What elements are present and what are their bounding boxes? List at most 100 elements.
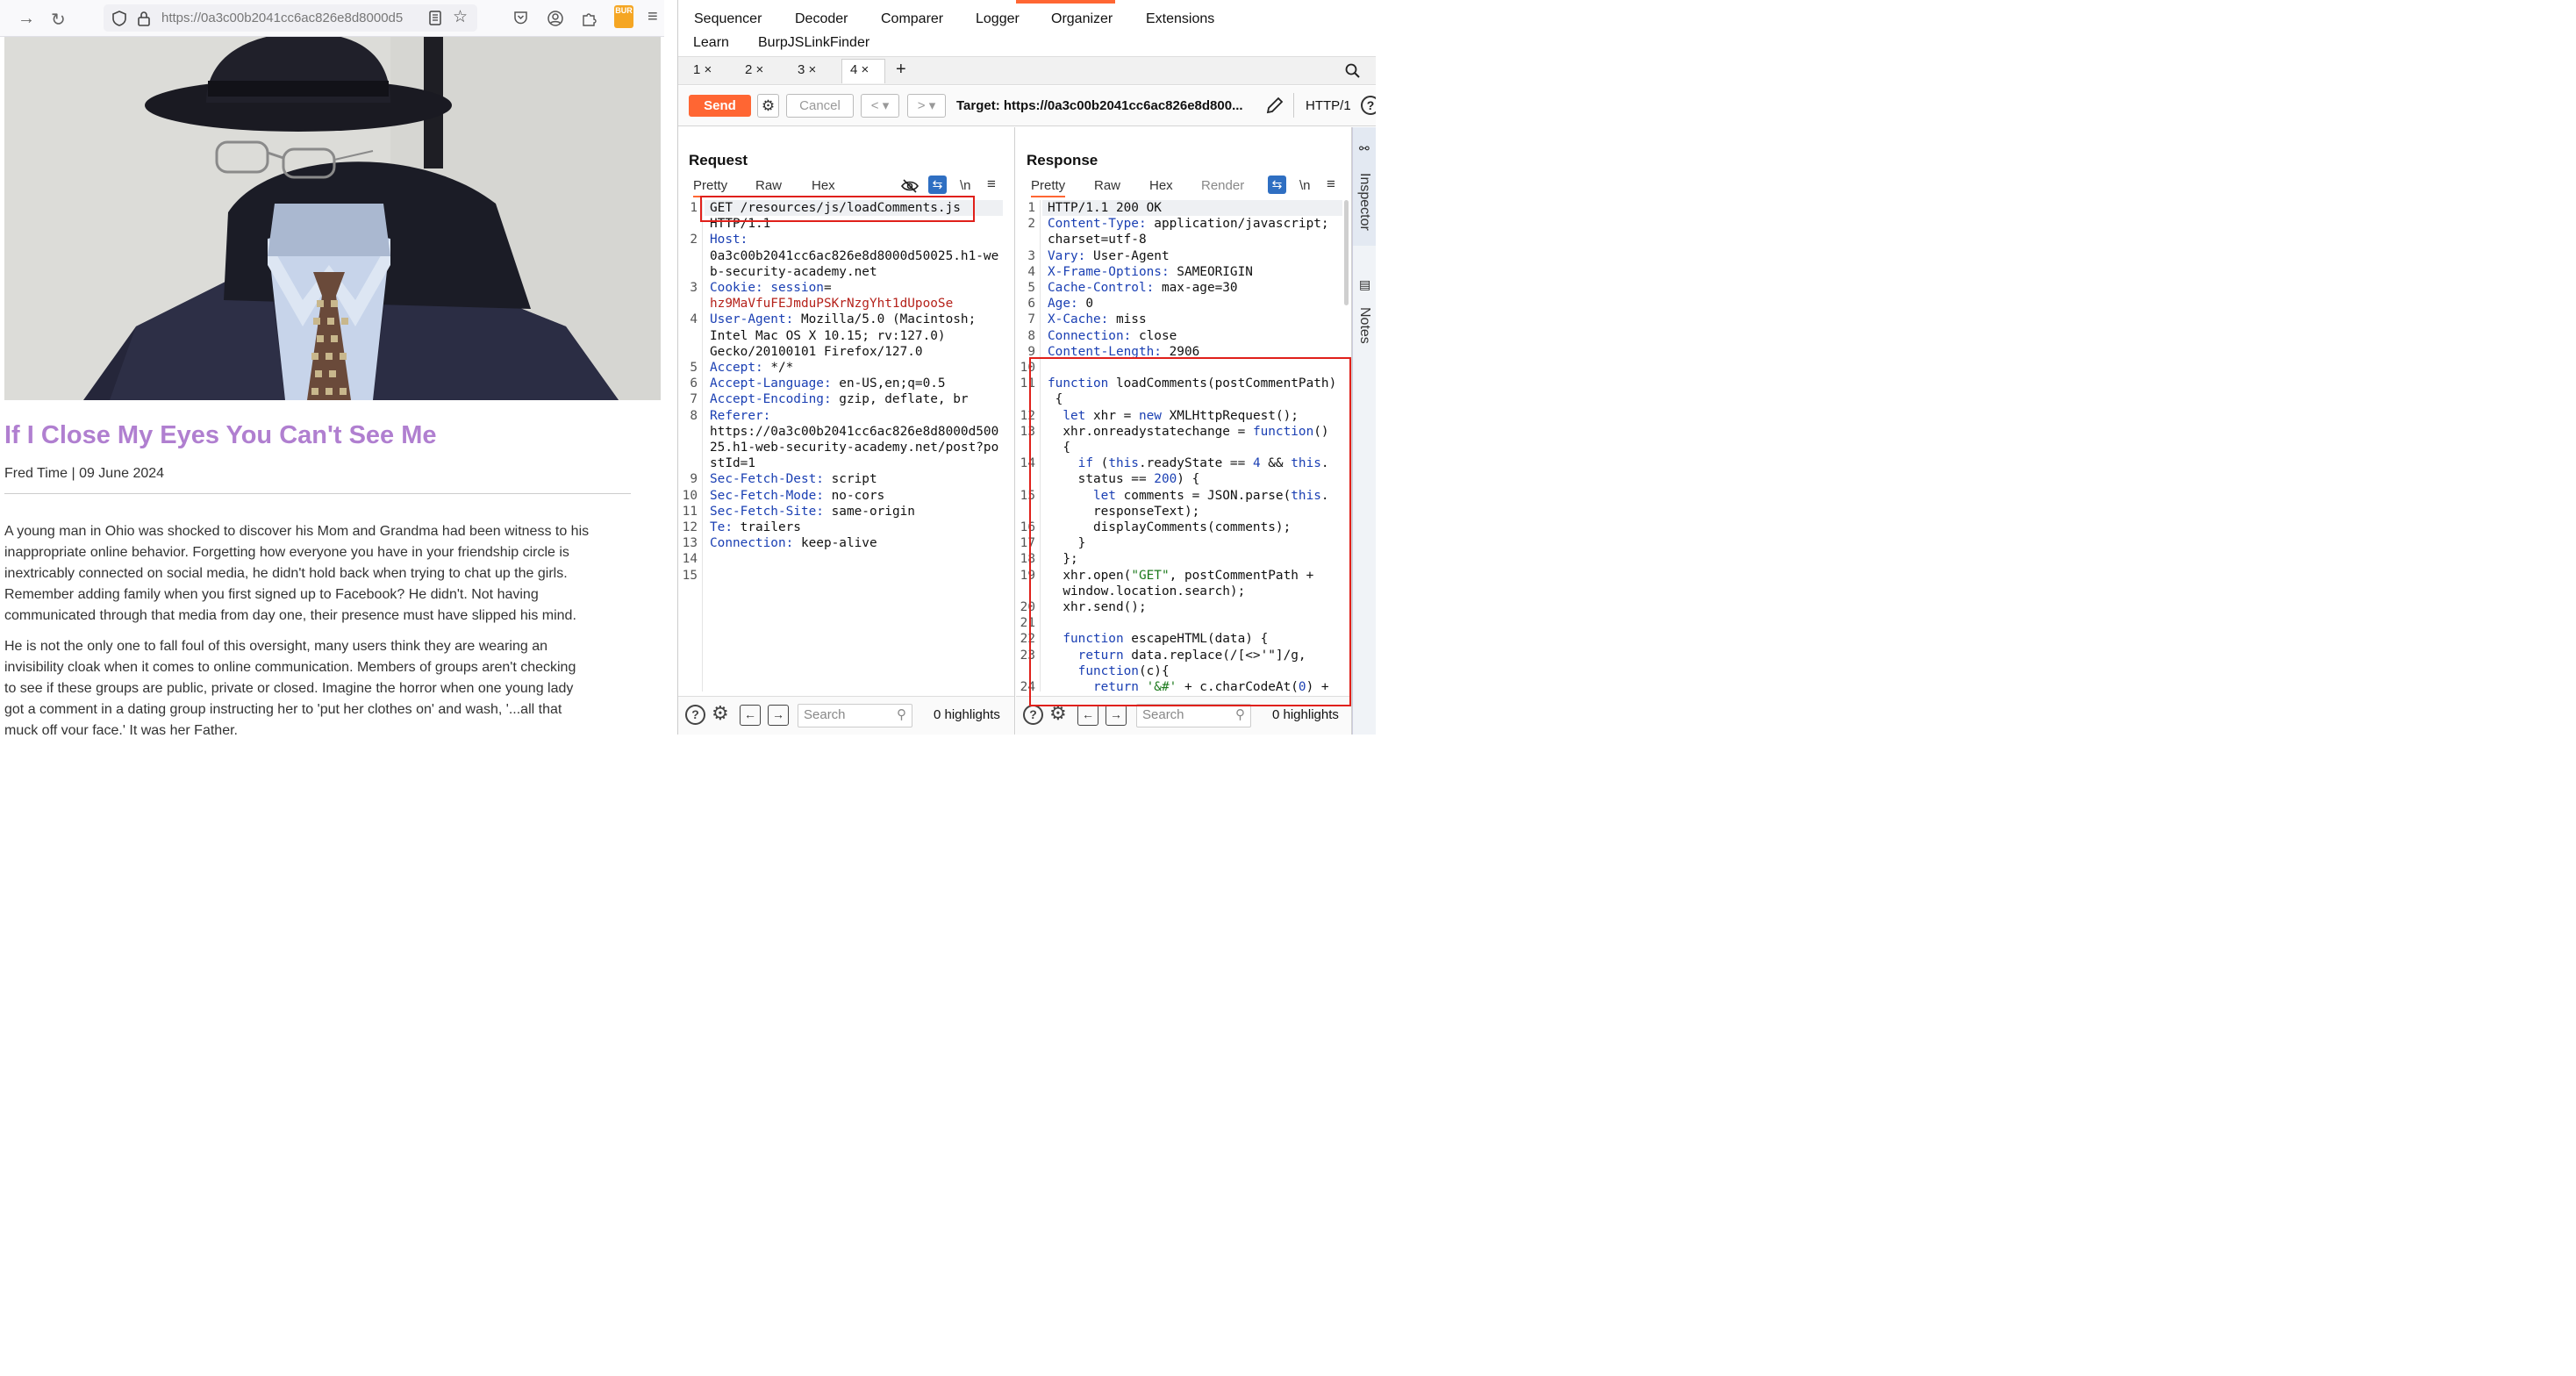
line-number: 2 [690, 233, 698, 247]
code-token: 0a3c00b2041cc6ac826e8d8000d50025.h1-we [710, 248, 999, 263]
response-title: Response [1027, 152, 1098, 168]
notes-label: Notes [1357, 307, 1372, 344]
code-line: Accept: */* [710, 360, 793, 376]
reload-icon[interactable]: ↻ [51, 9, 66, 31]
post-paragraph: He is not the only one to fall foul of t… [4, 636, 636, 735]
menu-item-decoder[interactable]: Decoder [795, 11, 848, 27]
menu-item-sequencer[interactable]: Sequencer [694, 11, 762, 27]
http-version[interactable]: HTTP/1 [1306, 98, 1351, 113]
screen: → ↻ https://0a3c00b2041cc6ac826e8d8000d5… [0, 0, 1376, 735]
search-icon[interactable] [1345, 63, 1361, 79]
hide-eye-icon[interactable] [901, 178, 919, 194]
code-token: close [1131, 328, 1177, 343]
code-token: X-Cache: [1048, 312, 1109, 327]
tab-render[interactable]: Render [1201, 178, 1244, 193]
code-line: Accept-Encoding: gzip, deflate, br [710, 391, 969, 407]
forward-icon[interactable]: → [18, 9, 35, 29]
code-token: Accept-Encoding: [710, 392, 832, 407]
code-line: Content-Type: application/javascript; [1048, 216, 1329, 232]
menu-item-burpjslinkfinder[interactable]: BurpJSLinkFinder [758, 35, 869, 51]
help-icon[interactable]: ? [1023, 705, 1043, 725]
paragraph-line: Remember adding family when you first si… [4, 587, 539, 602]
tab-pretty[interactable]: Pretty [1031, 178, 1066, 197]
back-history-button[interactable]: < ▾ [861, 94, 899, 118]
tab-pretty[interactable]: Pretty [693, 178, 728, 197]
response-view-tabs: Pretty Raw Hex Render ⇆ \n ≡ [1016, 175, 1351, 197]
tab-raw[interactable]: Raw [1094, 178, 1120, 193]
post-meta: Fred Time | 09 June 2024 [4, 466, 165, 481]
code-token: keep-alive [793, 536, 877, 551]
code-token: application/javascript; [1146, 217, 1329, 232]
account-icon[interactable] [547, 11, 563, 26]
code-line: Cookie: session= [710, 280, 832, 296]
code-line: 25.h1-web-security-academy.net/post?po [710, 440, 998, 455]
line-number: 6 [1027, 297, 1035, 312]
separator [1293, 93, 1294, 118]
help-icon[interactable]: ? [1361, 96, 1376, 115]
menu-item-organizer[interactable]: Organizer [1051, 11, 1113, 27]
previous-match-icon[interactable]: ← [740, 705, 761, 726]
request-search-input[interactable]: Search ⚲ [798, 704, 912, 727]
wrap-lines-icon[interactable]: ⇆ [928, 176, 947, 194]
code-line: Age: 0 [1048, 296, 1093, 312]
add-tab-button[interactable]: + [896, 60, 906, 80]
line-number: 5 [1027, 281, 1035, 295]
line-number: 2 [1027, 217, 1035, 232]
menu-item-comparer[interactable]: Comparer [881, 11, 943, 27]
settings-gear-icon[interactable]: ⚙ [712, 702, 729, 725]
post-title: If I Close My Eyes You Can't See Me [4, 421, 437, 449]
extensions-puzzle-icon[interactable] [581, 11, 597, 26]
repeater-tab-1[interactable]: 1 × [693, 62, 712, 77]
paragraph-line: A young man in Ohio was shocked to disco… [4, 524, 590, 539]
settings-gear-button[interactable]: ⚙ [757, 94, 779, 118]
tab-hex[interactable]: Hex [1149, 178, 1173, 193]
response-scrollbar[interactable] [1344, 200, 1349, 305]
burp-extension-icon[interactable]: BUR [614, 5, 633, 28]
next-match-icon[interactable]: → [1106, 705, 1127, 726]
pocket-icon[interactable] [513, 11, 528, 25]
reader-view-icon[interactable] [429, 11, 441, 25]
edit-target-pencil-icon[interactable] [1265, 96, 1284, 115]
line-number: 10 [682, 488, 698, 503]
code-token: en-US,en;q=0.5 [831, 376, 946, 391]
code-token: max-age=30 [1154, 281, 1238, 295]
url-bar[interactable]: https://0a3c00b2041cc6ac826e8d8000d5 ☆ [104, 4, 477, 32]
forward-history-button[interactable]: > ▾ [907, 94, 946, 118]
response-search-input[interactable]: Search ⚲ [1136, 704, 1251, 727]
send-button[interactable]: Send [689, 95, 751, 117]
code-token: Sec-Fetch-Mode: [710, 488, 824, 503]
newline-toggle[interactable]: \n [1299, 178, 1311, 193]
notes-panel-toggle[interactable]: ▤ Notes [1353, 272, 1376, 360]
repeater-tab-4[interactable]: 4 × [850, 62, 869, 77]
previous-match-icon[interactable]: ← [1077, 705, 1098, 726]
code-token: Connection: [1048, 328, 1132, 343]
wrap-lines-icon[interactable]: ⇆ [1268, 176, 1286, 194]
code-line: Vary: User-Agent [1048, 248, 1170, 264]
menu-item-learn[interactable]: Learn [693, 35, 729, 51]
menu-item-logger[interactable]: Logger [976, 11, 1020, 27]
request-menu-icon[interactable]: ≡ [987, 176, 996, 193]
request-highlights-count: 0 highlights [934, 707, 1000, 722]
code-token: Vary: [1048, 248, 1086, 263]
code-line: Te: trailers [710, 520, 801, 535]
code-line: hz9MaVfuFEJmduPSKrNzgYht1dUpooSe [710, 296, 953, 312]
hamburger-menu-icon[interactable]: ≡ [648, 7, 658, 27]
code-token: trailers [733, 520, 801, 534]
help-icon[interactable]: ? [685, 705, 705, 725]
code-token: Cache-Control: [1048, 281, 1155, 295]
tab-hex[interactable]: Hex [812, 178, 835, 193]
repeater-tab-2[interactable]: 2 × [745, 62, 763, 77]
cancel-button[interactable]: Cancel [786, 94, 854, 118]
code-token: charset=utf-8 [1048, 233, 1147, 247]
code-line: https://0a3c00b2041cc6ac826e8d8000d500 [710, 424, 998, 440]
next-match-icon[interactable]: → [768, 705, 789, 726]
newline-toggle[interactable]: \n [960, 178, 971, 193]
menu-item-extensions[interactable]: Extensions [1146, 11, 1214, 27]
repeater-tab-3[interactable]: 3 × [798, 62, 816, 77]
tab-raw[interactable]: Raw [755, 178, 782, 193]
inspector-panel-toggle[interactable]: ⚯ Inspector [1353, 127, 1376, 246]
code-token: Accept-Language: [710, 376, 832, 391]
bookmark-star-icon[interactable]: ☆ [453, 7, 468, 27]
response-menu-icon[interactable]: ≡ [1327, 176, 1335, 193]
code-token: */* [762, 361, 794, 375]
